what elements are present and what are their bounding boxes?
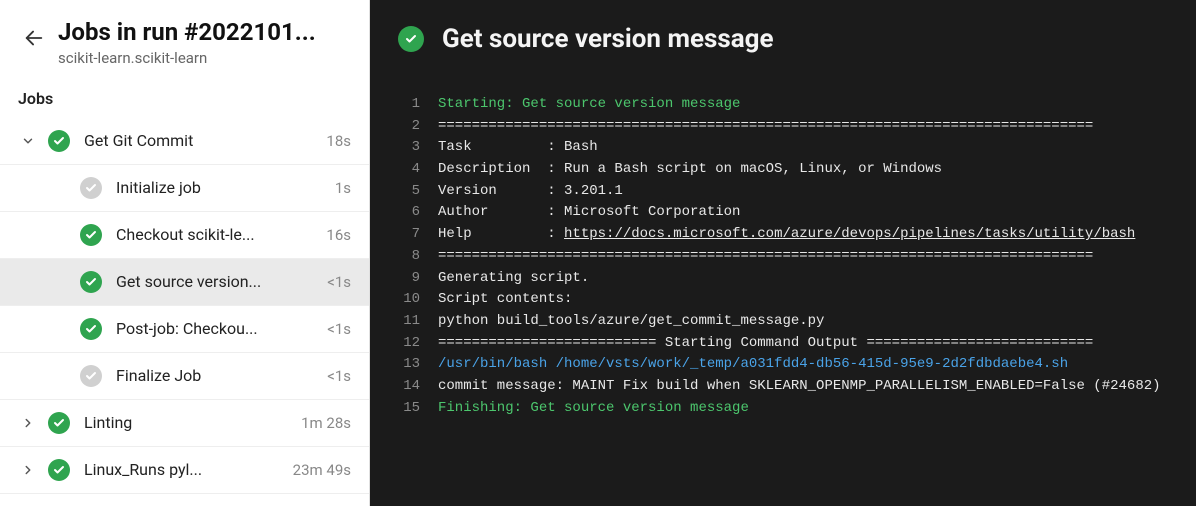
step-row[interactable]: Finalize Job <1s [0,353,369,400]
log-line: 7 Help : https://docs.microsoft.com/azure… [370,224,1196,246]
log-line-number: 2 [390,116,420,138]
log-line: 4 Description : Run a Bash script on macO… [370,159,1196,181]
step-duration: <1s [327,367,351,385]
log-line-number: 11 [390,311,420,333]
log-line-number: 6 [390,202,420,224]
log-line-text: Version : 3.201.1 [438,181,623,203]
status-icon [80,318,102,340]
log-line-text: ========================== Starting Comm… [438,333,1093,355]
log-line-text: Author : Microsoft Corporation [438,202,740,224]
log-line-number: 9 [390,268,420,290]
step-duration: 16s [326,226,351,244]
status-icon [48,130,70,152]
log-panel: Get source version message 1 Starting: Ge… [370,0,1196,506]
job-name: Linux_Runs pyl... [84,460,285,479]
job-duration: 1m 28s [301,414,351,432]
job-row[interactable]: Linux_Runs pyl... 23m 49s [0,447,369,494]
jobs-sidebar: Jobs in run #2022101... scikit-learn.sci… [0,0,370,506]
page-title: Jobs in run #2022101... [58,18,353,47]
log-line-text: Finishing: Get source version message [438,398,749,420]
log-line-number: 10 [390,289,420,311]
step-duration: <1s [327,273,351,291]
log-line-number: 14 [390,376,420,398]
log-line-number: 3 [390,137,420,159]
step-duration: <1s [327,320,351,338]
log-line-text: commit message: MAINT Fix build when SKL… [438,376,1161,398]
status-icon [48,459,70,481]
log-line: 13/usr/bin/bash /home/vsts/work/_temp/a0… [370,354,1196,376]
log-body[interactable]: 1 Starting: Get source version message 2 ==… [370,64,1196,506]
log-line-number: 1 [390,94,420,116]
log-line: 12 ========================== Starting Co… [370,333,1196,355]
log-line: 3 Task : Bash [370,137,1196,159]
status-icon [48,412,70,434]
job-list: Get Git Commit 18s Initialize job 1s Checkou… [0,118,369,506]
step-name: Initialize job [116,178,327,197]
log-line: 11 python build_tools/azure/get_commit_me… [370,311,1196,333]
log-line-text: python build_tools/azure/get_commit_mess… [438,311,824,333]
log-line: 6 Author : Microsoft Corporation [370,202,1196,224]
job-duration: 23m 49s [293,461,351,479]
step-name: Get source version... [116,272,319,291]
status-icon [80,365,102,387]
log-line-text: Starting: Get source version message [438,94,740,116]
step-duration: 1s [335,179,351,197]
log-line-number: 12 [390,333,420,355]
log-line-number: 15 [390,398,420,420]
log-link[interactable]: https://docs.microsoft.com/azure/devops/… [564,226,1135,242]
job-duration: 18s [326,132,351,150]
log-line-number: 4 [390,159,420,181]
step-row[interactable]: Initialize job 1s [0,165,369,212]
chevron-right-icon[interactable] [18,416,38,430]
jobs-section-heading: Jobs [0,75,369,118]
log-line-text: Script contents: [438,289,572,311]
log-line-number: 8 [390,246,420,268]
log-line-text: Task : Bash [438,137,598,159]
log-line-text: Generating script. [438,268,589,290]
log-line-text: Description : Run a Bash script on macOS… [438,159,942,181]
chevron-down-icon[interactable] [18,134,38,148]
status-icon [80,271,102,293]
log-line-text: ========================================… [438,116,1093,138]
log-line-number: 7 [390,224,420,246]
back-button[interactable] [18,22,50,54]
log-line: 15 Finishing: Get source version message [370,398,1196,420]
step-name: Checkout scikit-le... [116,225,318,244]
job-row[interactable]: Get Git Commit 18s [0,118,369,165]
log-line-number: 13 [390,354,420,376]
log-line: 10 Script contents: [370,289,1196,311]
check-circle-icon [398,26,424,52]
step-row[interactable]: Get source version... <1s [0,259,369,306]
log-title: Get source version message [442,24,774,54]
log-line-text: /usr/bin/bash /home/vsts/work/_temp/a031… [438,354,1068,376]
chevron-right-icon[interactable] [18,463,38,477]
log-line: 14 commit message: MAINT Fix build when S… [370,376,1196,398]
status-icon [80,177,102,199]
step-name: Post-job: Checkou... [116,319,319,338]
log-line: 8 =======================================… [370,246,1196,268]
page-subtitle: scikit-learn.scikit-learn [58,49,353,67]
step-name: Finalize Job [116,366,319,385]
job-row[interactable]: Linting 1m 28s [0,400,369,447]
log-line: 1 Starting: Get source version message [370,94,1196,116]
status-icon [80,224,102,246]
log-line-number: 5 [390,181,420,203]
log-line-text: ========================================… [438,246,1093,268]
log-line: 5 Version : 3.201.1 [370,181,1196,203]
arrow-left-icon [23,27,45,49]
job-name: Linting [84,413,293,432]
step-row[interactable]: Checkout scikit-le... 16s [0,212,369,259]
step-row[interactable]: Post-job: Checkou... <1s [0,306,369,353]
log-line: 9 Generating script. [370,268,1196,290]
sidebar-header: Jobs in run #2022101... scikit-learn.sci… [0,0,369,75]
job-name: Get Git Commit [84,131,318,150]
log-header: Get source version message [370,0,1196,64]
log-line-text: Help : https://docs.microsoft.com/azure/… [438,224,1135,246]
log-line: 2 =======================================… [370,116,1196,138]
